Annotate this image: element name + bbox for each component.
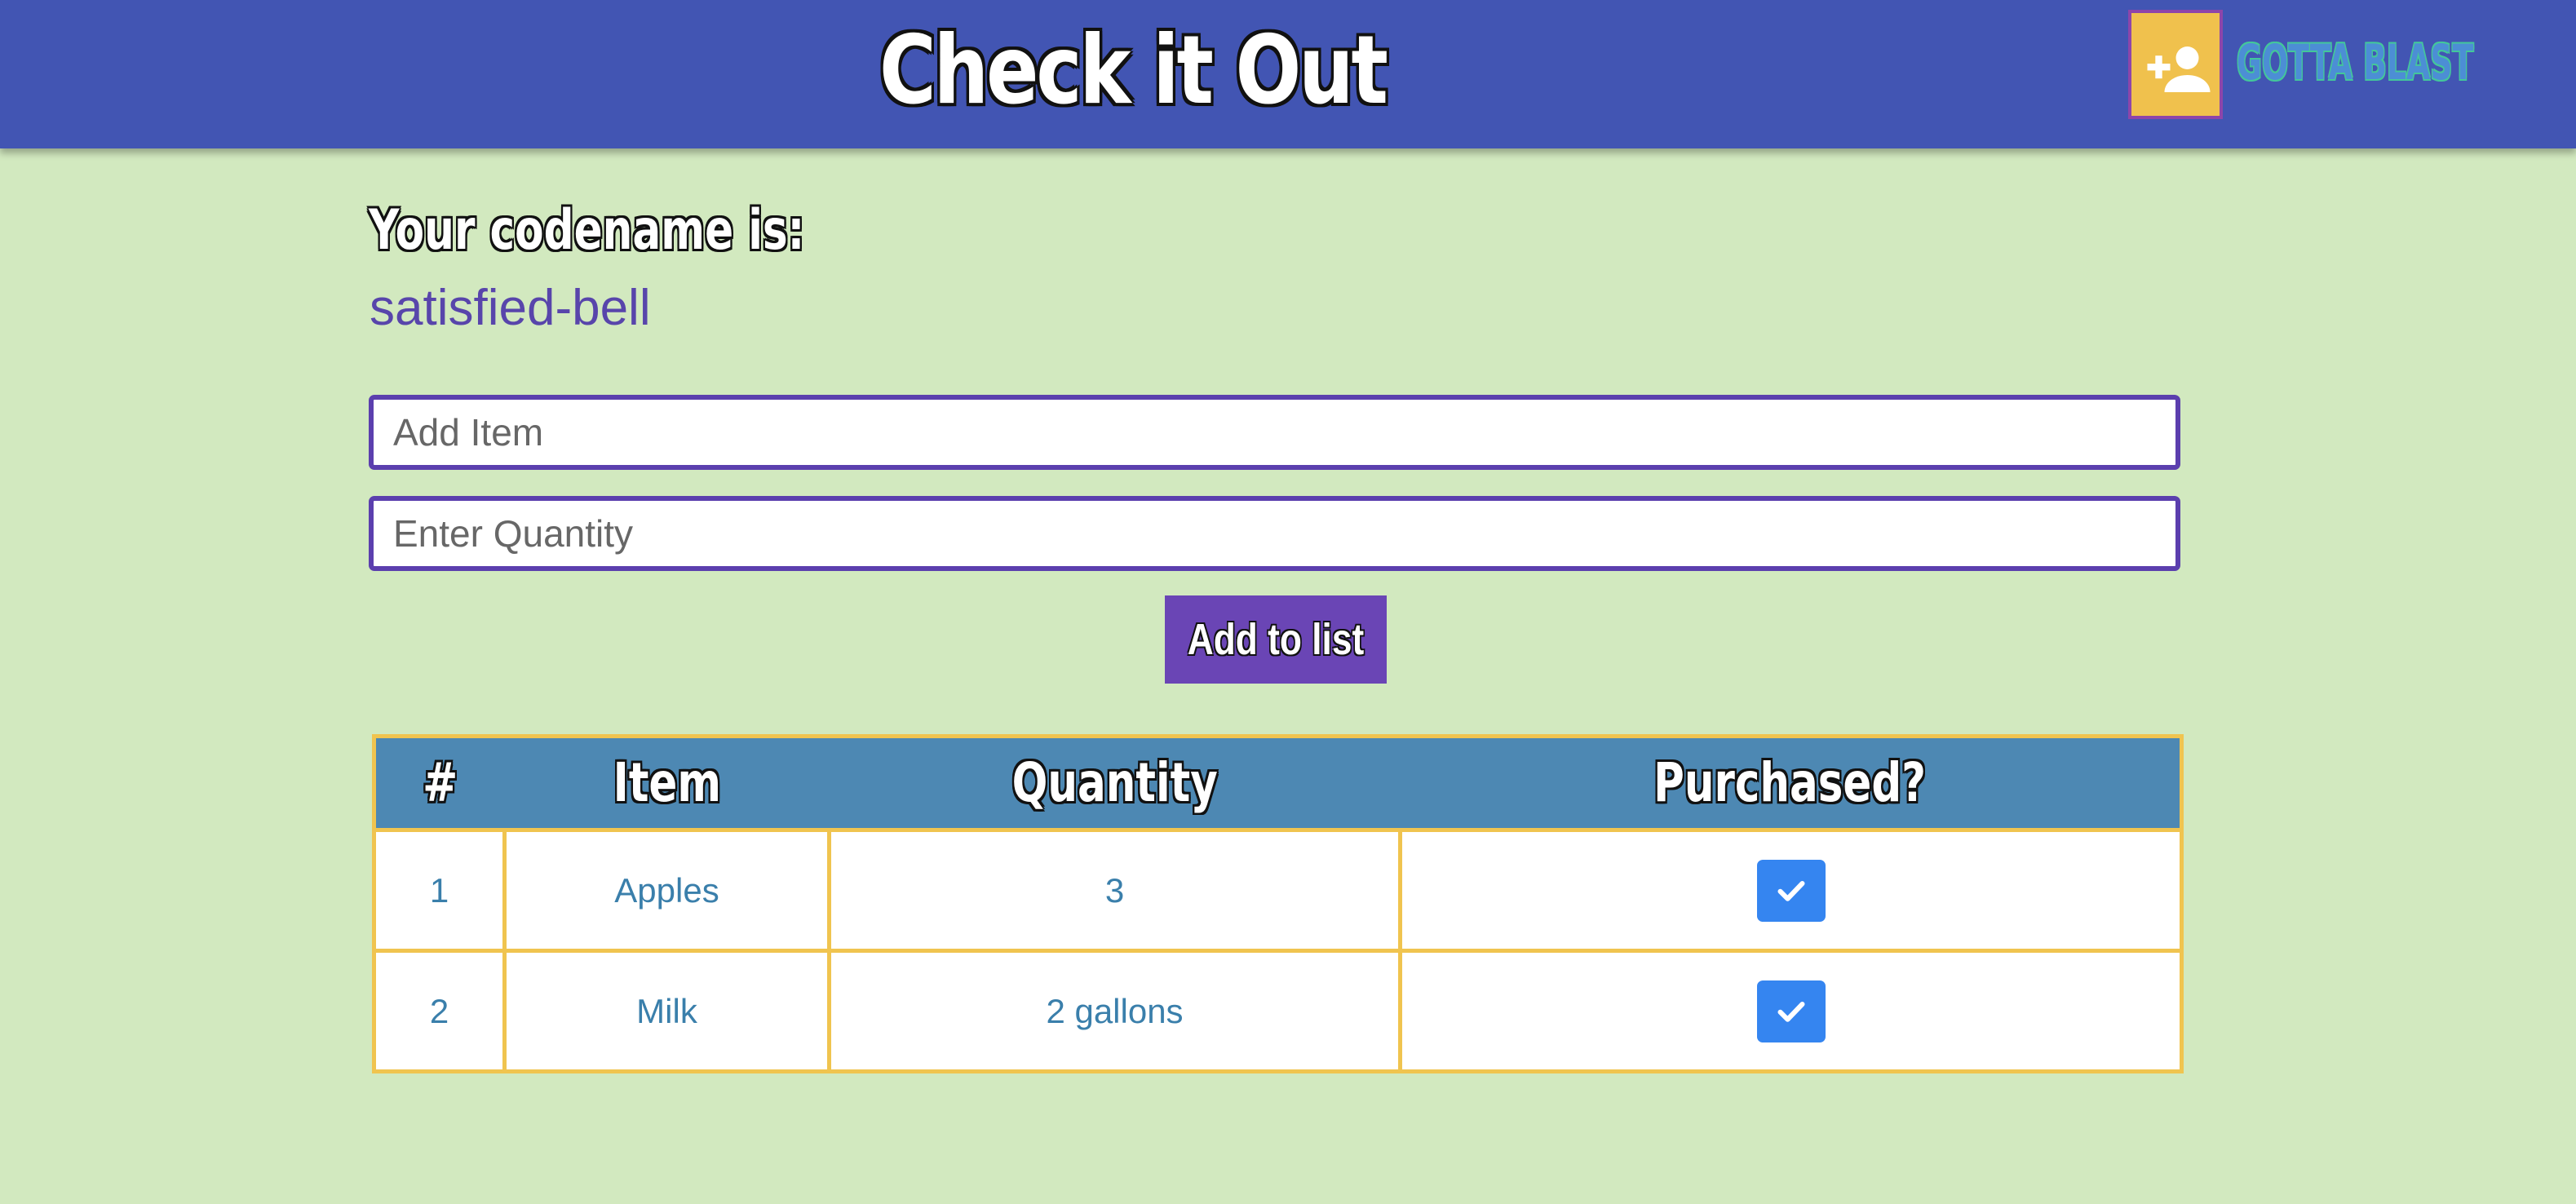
check-icon [1777,880,1804,901]
row-number: 2 [372,949,507,1073]
check-icon [1777,1001,1804,1022]
row-quantity: 2 gallons [827,949,1402,1073]
navbar: Check it Out GOTTA BLAST [0,0,2576,148]
table-row: 2 Milk 2 gallons [372,949,2184,1073]
brand-title[interactable]: Check it Out [879,10,1388,132]
row-item: Apples [502,828,831,953]
codename-value: satisfied-bell [370,280,651,336]
table-header-row: # Item Quantity Purchased? [374,736,2182,830]
row-item: Milk [502,949,831,1073]
purchased-checkbox[interactable] [1756,859,1826,922]
row-purchased [1398,949,2184,1073]
row-purchased [1398,828,2184,953]
add-to-list-button[interactable]: Add to list [1165,595,1387,684]
add-item-input[interactable] [369,395,2180,470]
row-number: 1 [372,828,507,953]
shopping-list-table: # Item Quantity Purchased? 1 Apples 3 2 … [372,734,2184,1073]
header-number: # [374,736,505,830]
brand-subtitle[interactable]: GOTTA BLAST [2237,34,2473,91]
add-user-button[interactable] [2128,10,2223,119]
row-quantity: 3 [827,828,1402,953]
add-to-list-label: Add to list [1187,615,1365,664]
header-item: Item [504,736,830,830]
add-user-icon [2147,46,2211,92]
purchased-checkbox[interactable] [1756,980,1826,1042]
header-quantity: Quantity [829,736,1401,830]
header-purchased: Purchased? [1400,736,2182,830]
codename-label: Your codename is: [369,198,805,263]
table-row: 1 Apples 3 [372,828,2184,953]
quantity-input[interactable] [369,496,2180,571]
